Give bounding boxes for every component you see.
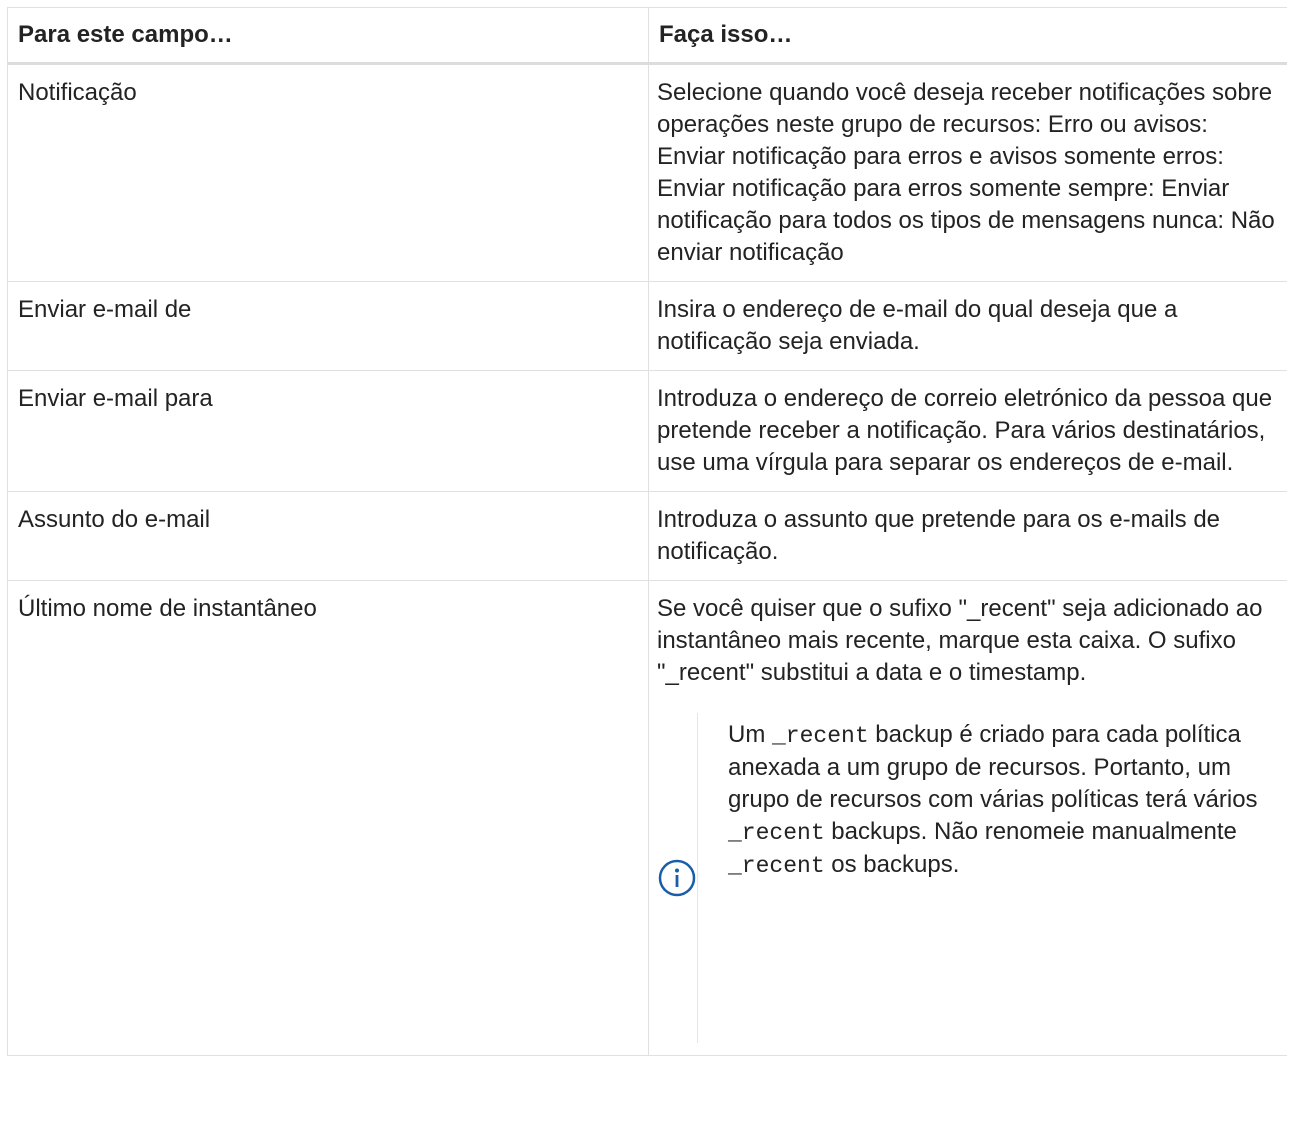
action-cell: Selecione quando você deseja receber not…	[648, 63, 1287, 282]
field-cell: Assunto do e-mail	[7, 491, 649, 581]
field-cell: Enviar e-mail para	[7, 370, 649, 492]
note-text-part: backups. Não renomeie manualmente	[824, 818, 1237, 845]
field-cell: Notificação	[7, 63, 649, 282]
table-row: Assunto do e-mail Introduza o assunto qu…	[7, 491, 1287, 581]
action-cell-with-note: Se você quiser que o sufixo "_recent" se…	[648, 580, 1287, 1056]
note-text-part: Um	[728, 721, 772, 748]
note-code: _recent	[772, 723, 869, 749]
field-description-table: Para este campo… Faça isso… Notificação …	[7, 7, 1287, 1056]
table-row: Último nome de instantâneo Se você quise…	[7, 580, 1287, 1056]
note-code: _recent	[728, 820, 825, 846]
note-text: Um _recent backup é criado para cada pol…	[698, 713, 1279, 1043]
field-cell: Enviar e-mail de	[7, 281, 649, 371]
table-row: Enviar e-mail de Insira o endereço de e-…	[7, 281, 1287, 371]
action-cell: Introduza o assunto que pretende para os…	[648, 491, 1287, 581]
note-code: _recent	[728, 853, 825, 879]
field-cell: Último nome de instantâneo	[7, 580, 649, 1056]
info-circle-icon	[658, 859, 696, 897]
note-text-part: os backups.	[824, 851, 960, 878]
column-header-action: Faça isso…	[648, 7, 1287, 65]
action-cell: Introduza o endereço de correio eletróni…	[648, 370, 1287, 492]
action-text: Se você quiser que o sufixo "_recent" se…	[657, 595, 1263, 686]
table-header-row: Para este campo… Faça isso…	[7, 7, 1287, 65]
info-note: Um _recent backup é criado para cada pol…	[657, 713, 1279, 1043]
note-icon-column	[657, 713, 698, 1043]
table-container: Para este campo… Faça isso… Notificação …	[7, 7, 1287, 1141]
table-row: Enviar e-mail para Introduza o endereço …	[7, 370, 1287, 492]
action-cell: Insira o endereço de e-mail do qual dese…	[648, 281, 1287, 371]
column-header-field: Para este campo…	[7, 7, 649, 65]
table-row: Notificação Selecione quando você deseja…	[7, 63, 1287, 282]
